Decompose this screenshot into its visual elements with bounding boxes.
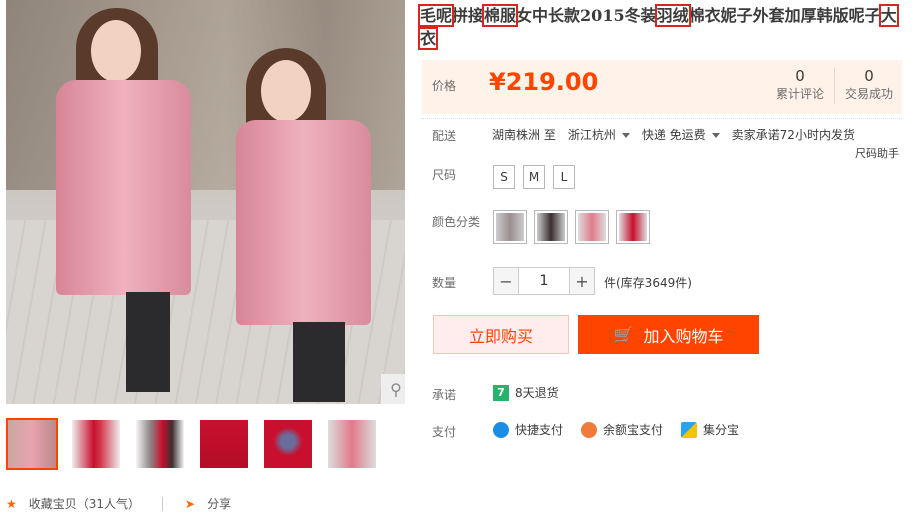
size-helper-link[interactable]: 尺码助手 [855, 145, 899, 161]
model2-face [261, 60, 311, 122]
thumbnail-3[interactable] [134, 418, 186, 470]
return-text: 8天退货 [515, 386, 559, 400]
color-swatch-2[interactable] [534, 210, 568, 244]
sales-count: 0 [864, 67, 874, 85]
favorite-share-bar: ★ 收藏宝贝（31人气） ➤ 分享 [6, 492, 406, 515]
payment-label: 支付 [432, 425, 457, 439]
ship-promise: 卖家承诺72小时内发货 [731, 128, 855, 142]
title-keyword-highlight: 棉服 [482, 4, 519, 27]
star-icon: ★ [6, 496, 17, 511]
shipping-label: 配送 [432, 129, 457, 143]
thumbnail-1[interactable] [6, 418, 58, 470]
thumbnail-5[interactable] [262, 418, 314, 470]
payment-quick-label: 快捷支付 [515, 423, 564, 437]
quick-pay-icon [493, 421, 509, 438]
payment-jifenbao-label: 集分宝 [703, 423, 740, 437]
title-text: 拼接 [452, 6, 485, 25]
share-link[interactable]: 分享 [207, 495, 231, 512]
size-option-l[interactable]: L [553, 165, 575, 189]
chevron-down-icon [711, 133, 720, 138]
add-to-cart-button[interactable]: 🛒 加入购物车 [578, 315, 759, 354]
size-label: 尺码 [432, 168, 457, 182]
quantity-minus-button[interactable]: − [493, 267, 519, 295]
quantity-label: 数量 [432, 276, 457, 290]
product-title: 毛呢拼接棉服女中长款2015冬装羽绒棉衣妮子外套加厚韩版呢子大衣 [417, 4, 910, 50]
shipping-divider [422, 118, 902, 119]
zoom-icon[interactable]: ⚲ [381, 374, 405, 404]
title-text: 棉衣妮子外套加厚韩版呢子 [688, 6, 881, 25]
title-text: 女中长款2015冬装 [516, 6, 657, 25]
divider [162, 496, 164, 511]
reviews-count: 0 [795, 67, 805, 85]
sales-label: 交易成功 [844, 87, 893, 101]
size-option-m[interactable]: M [523, 165, 545, 189]
return-promise[interactable]: 7 8天退货 [493, 384, 559, 401]
seven-day-return-icon: 7 [493, 384, 509, 401]
model1-coat [56, 80, 191, 295]
ship-method-select[interactable]: 快递 免运费 [642, 126, 720, 143]
quantity-stepper: − 1 + [493, 267, 595, 295]
price-value: ¥219.00 [489, 68, 599, 96]
model2-legs [293, 322, 345, 402]
chevron-down-icon [621, 133, 630, 138]
reviews-stat[interactable]: 0 累计评论 [765, 67, 835, 102]
ship-to-text: 浙江杭州 [567, 128, 616, 142]
payment-yuebao[interactable]: 余额宝支付 [581, 421, 663, 438]
quantity-plus-button[interactable]: + [569, 267, 595, 295]
color-swatch-1[interactable] [493, 210, 527, 244]
thumbnail-strip [6, 418, 378, 470]
model1-face [91, 20, 141, 82]
add-to-cart-label: 加入购物车 [643, 326, 724, 346]
thumbnail-4[interactable] [198, 418, 250, 470]
payment-jifenbao[interactable]: 集分宝 [681, 421, 739, 438]
stat-divider [834, 68, 835, 104]
title-keyword-highlight: 羽绒 [654, 4, 691, 27]
model2-coat [236, 120, 371, 325]
color-swatch-4[interactable] [616, 210, 650, 244]
color-swatch-3[interactable] [575, 210, 609, 244]
payment-methods: 快捷支付 余额宝支付 集分宝 [493, 421, 749, 438]
payment-quick[interactable]: 快捷支付 [493, 421, 563, 438]
payment-yuebao-label: 余额宝支付 [603, 423, 664, 437]
favorite-link[interactable]: 收藏宝贝（31人气） [29, 495, 140, 512]
buy-now-button[interactable]: 立即购买 [433, 315, 569, 354]
model1-legs [126, 292, 170, 392]
share-icon: ➤ [185, 496, 196, 511]
shipping-info: 湖南株洲 至 浙江杭州 快递 免运费 卖家承诺72小时内发货 [492, 126, 855, 143]
size-option-s[interactable]: S [493, 165, 515, 189]
price-label: 价格 [432, 79, 457, 93]
thumbnail-6[interactable] [326, 418, 378, 470]
ship-method-text: 快递 免运费 [641, 128, 706, 142]
cart-icon: 🛒 [613, 325, 634, 344]
color-label: 颜色分类 [432, 215, 481, 229]
main-product-image[interactable]: ⚲ [6, 0, 405, 404]
ship-to-select[interactable]: 浙江杭州 [568, 126, 630, 143]
title-keyword-highlight: 毛呢 [417, 4, 455, 27]
thumbnail-2[interactable] [70, 418, 122, 470]
jifenbao-icon [681, 421, 698, 438]
stock-text: 件(库存3649件) [604, 276, 692, 290]
price-panel: 价格 ¥219.00 0 累计评论 0 交易成功 [422, 60, 902, 114]
reviews-label: 累计评论 [775, 87, 824, 101]
quantity-input[interactable]: 1 [519, 267, 569, 295]
ship-from: 湖南株洲 至 [492, 128, 556, 142]
sales-stat: 0 交易成功 [839, 67, 899, 102]
promise-label: 承诺 [432, 388, 457, 402]
yuebao-icon [581, 421, 598, 438]
